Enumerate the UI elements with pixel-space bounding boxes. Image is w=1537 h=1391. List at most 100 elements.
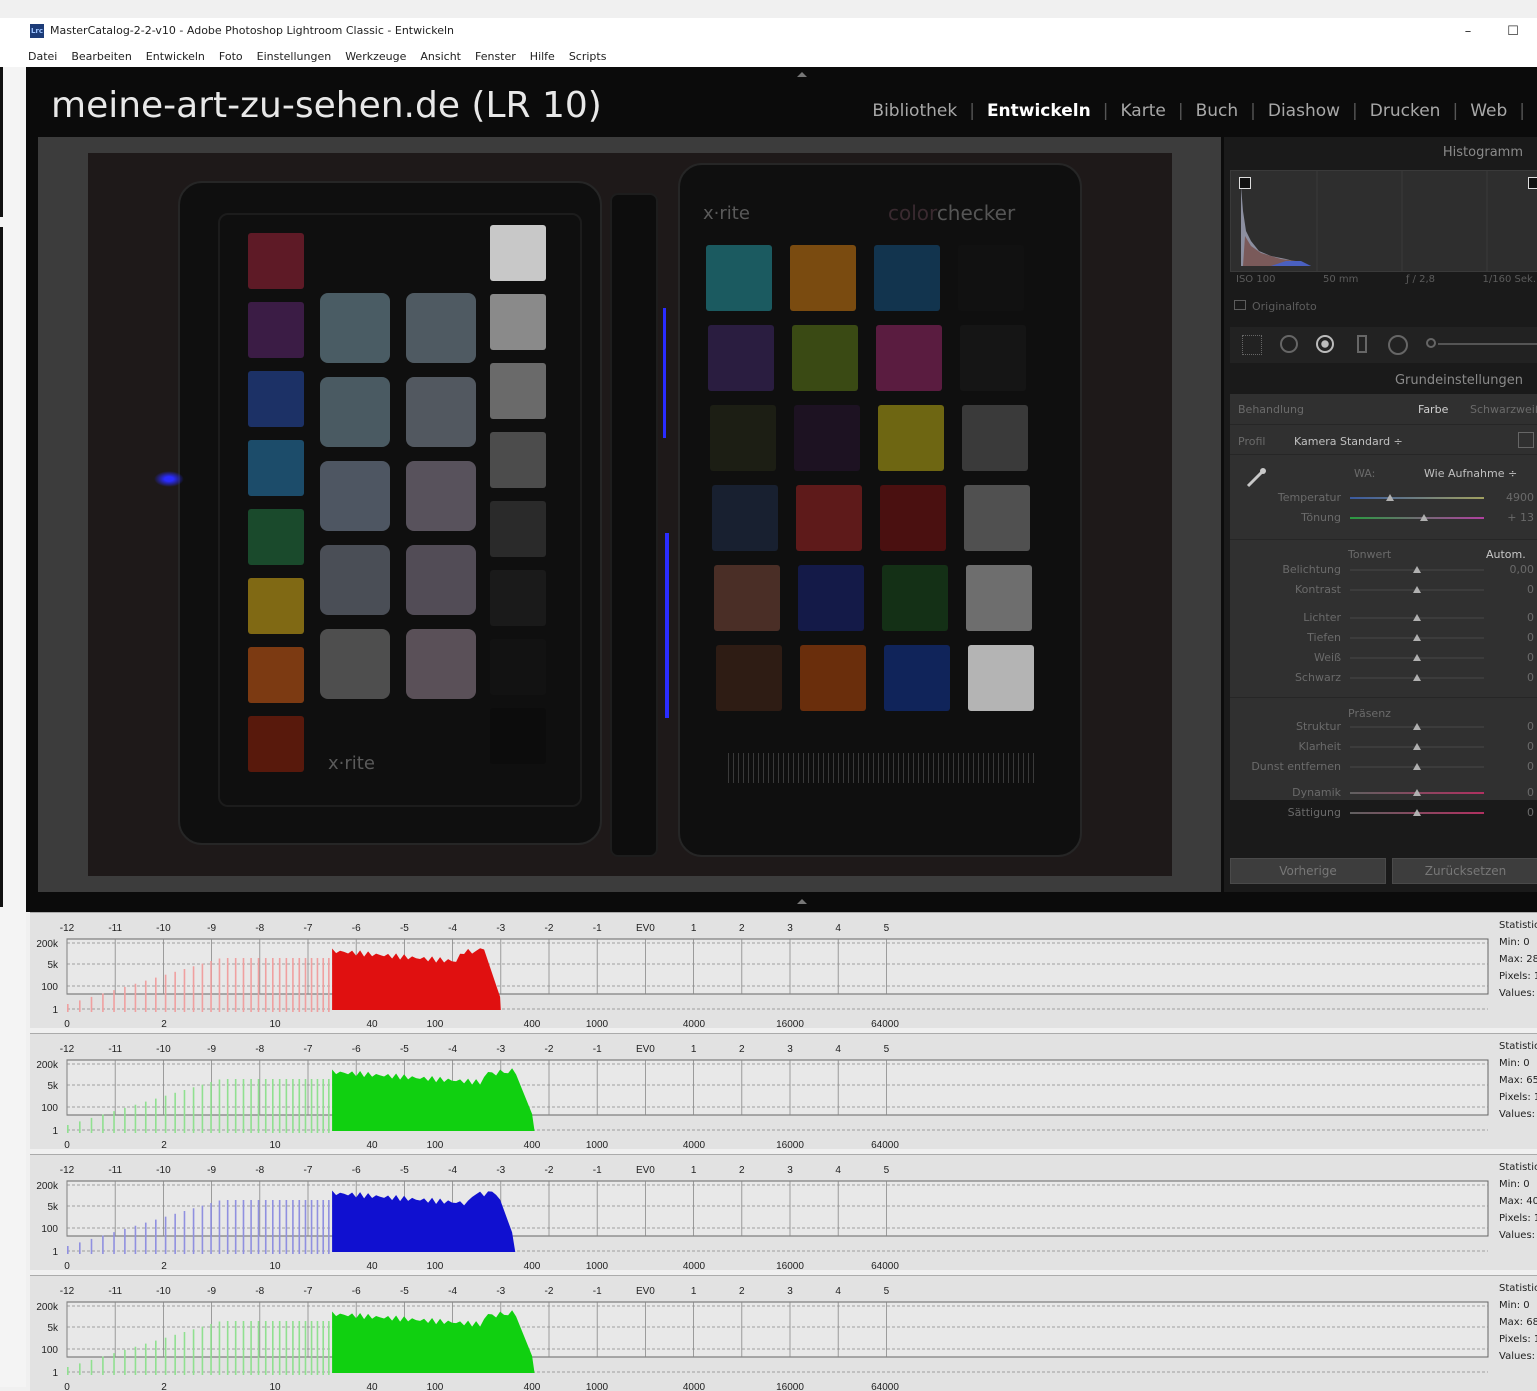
histogram-bar: [174, 1092, 176, 1133]
graduated-filter-icon[interactable]: [1357, 335, 1367, 353]
collapse-bottom-panel-icon[interactable]: [797, 899, 807, 904]
module-drucken[interactable]: Drucken: [1370, 101, 1441, 121]
histogram-panel-title[interactable]: Histogramm: [1443, 145, 1523, 160]
slider-knob[interactable]: [1419, 514, 1428, 521]
treatment-bw-option[interactable]: Schwarzweiß: [1470, 403, 1537, 416]
red-eye-icon[interactable]: [1316, 335, 1334, 353]
brush-icon[interactable]: [1426, 338, 1436, 348]
slider-value[interactable]: 0: [1498, 671, 1534, 684]
slider-row-kontrast[interactable]: Kontrast 0: [1230, 583, 1537, 597]
slider-row-klarheit[interactable]: Klarheit 0: [1230, 740, 1537, 754]
highlight-clipping-toggle[interactable]: [1528, 177, 1537, 189]
slider-value[interactable]: + 13: [1498, 511, 1534, 524]
menu-item-foto[interactable]: Foto: [219, 46, 243, 67]
profile-browser-icon[interactable]: [1518, 432, 1534, 448]
slider-value[interactable]: 0: [1498, 740, 1534, 753]
original-photo-checkbox[interactable]: Originalfoto: [1234, 300, 1317, 313]
slider-knob[interactable]: [1413, 743, 1421, 750]
previous-button[interactable]: Vorherige: [1230, 858, 1386, 884]
eyedropper-icon[interactable]: [1244, 466, 1268, 490]
menu-item-ansicht[interactable]: Ansicht: [420, 46, 461, 67]
collapse-top-panel-icon[interactable]: [797, 72, 807, 77]
slider-label: Schwarz: [1294, 671, 1341, 684]
slider-value[interactable]: 0: [1498, 806, 1534, 819]
slider-row-tönung[interactable]: Tönung + 13: [1230, 511, 1537, 525]
menu-item-scripts[interactable]: Scripts: [569, 46, 607, 67]
menu-item-einstellungen[interactable]: Einstellungen: [257, 46, 332, 67]
profile-dropdown[interactable]: Kamera Standard ÷: [1294, 435, 1403, 448]
basic-panel-title[interactable]: Grundeinstellungen: [1395, 373, 1523, 388]
slider-knob[interactable]: [1413, 789, 1421, 796]
auto-tone-button[interactable]: Autom.: [1486, 548, 1526, 561]
slider-value[interactable]: 0: [1498, 583, 1534, 596]
menu-item-entwickeln[interactable]: Entwickeln: [146, 46, 205, 67]
wb-dropdown[interactable]: Wie Aufnahme ÷: [1424, 467, 1517, 480]
slider-knob[interactable]: [1413, 634, 1421, 641]
module-diashow[interactable]: Diashow: [1268, 101, 1340, 121]
slider-row-sättigung[interactable]: Sättigung 0: [1230, 806, 1537, 820]
slider-row-temperatur[interactable]: Temperatur 4900: [1230, 491, 1537, 505]
radial-filter-icon[interactable]: [1388, 335, 1408, 355]
slider-knob[interactable]: [1413, 809, 1421, 816]
slider-knob[interactable]: [1413, 674, 1421, 681]
module-entwickeln[interactable]: Entwickeln: [987, 101, 1091, 121]
slider-row-belichtung[interactable]: Belichtung 0,00: [1230, 563, 1537, 577]
crop-tool-icon[interactable]: [1242, 335, 1262, 355]
y-tick-label: 5k: [47, 1323, 59, 1334]
slider-value[interactable]: 0: [1498, 720, 1534, 733]
slider-knob[interactable]: [1413, 723, 1421, 730]
exif-info-item: ƒ / 2,8: [1405, 274, 1436, 285]
edge-segment: [0, 227, 3, 907]
module-karte[interactable]: Karte: [1120, 101, 1165, 121]
x-tick-label: 4000: [683, 1019, 706, 1028]
reset-button[interactable]: Zurücksetzen: [1392, 858, 1537, 884]
histogram-bar: [124, 986, 126, 1012]
spot-removal-icon[interactable]: [1280, 335, 1298, 353]
x-tick-label: 2: [161, 1261, 167, 1270]
slider-value[interactable]: 0,00: [1498, 563, 1535, 576]
menu-item-fenster[interactable]: Fenster: [475, 46, 516, 67]
slider-knob[interactable]: [1386, 494, 1395, 501]
menu-item-werkzeuge[interactable]: Werkzeuge: [345, 46, 406, 67]
lr-histogram[interactable]: [1230, 170, 1537, 272]
slider-value[interactable]: 0: [1498, 760, 1534, 773]
menu-item-hilfe[interactable]: Hilfe: [530, 46, 555, 67]
slider-value[interactable]: 4900: [1498, 491, 1534, 504]
gray-patch: [490, 501, 546, 557]
maximize-button[interactable]: ☐: [1501, 22, 1525, 42]
ev-tick-label: -2: [545, 1044, 554, 1055]
module-web[interactable]: Web: [1470, 101, 1507, 121]
minimize-button[interactable]: –: [1456, 22, 1480, 42]
slider-label: Lichter: [1303, 611, 1341, 624]
slider-knob[interactable]: [1413, 566, 1421, 573]
treatment-color-option[interactable]: Farbe: [1418, 403, 1448, 416]
menu-item-datei[interactable]: Datei: [28, 46, 57, 67]
slider-track[interactable]: [1350, 517, 1484, 519]
histogram-bar: [257, 1321, 260, 1375]
menu-item-bearbeiten[interactable]: Bearbeiten: [71, 46, 131, 67]
slider-track[interactable]: [1350, 497, 1484, 499]
slider-row-struktur[interactable]: Struktur 0: [1230, 720, 1537, 734]
slider-row-schwarz[interactable]: Schwarz 0: [1230, 671, 1537, 685]
slider-value[interactable]: 0: [1498, 631, 1534, 644]
shadow-clipping-toggle[interactable]: [1239, 177, 1251, 189]
slider-row-lichter[interactable]: Lichter 0: [1230, 611, 1537, 625]
color-patch: [880, 485, 946, 551]
slider-row-tiefen[interactable]: Tiefen 0: [1230, 631, 1537, 645]
slider-value[interactable]: 0: [1498, 611, 1534, 624]
stat-line: Pixels: 1: [1499, 1334, 1537, 1345]
slider-knob[interactable]: [1413, 654, 1421, 661]
module-buch[interactable]: Buch: [1196, 101, 1239, 121]
slider-value[interactable]: 0: [1498, 651, 1534, 664]
slider-row-weiß[interactable]: Weiß 0: [1230, 651, 1537, 665]
module-bibliothek[interactable]: Bibliothek: [872, 101, 957, 121]
slider-row-dynamik[interactable]: Dynamik 0: [1230, 786, 1537, 800]
histogram-bar: [67, 1246, 69, 1254]
brush-size-track[interactable]: [1438, 343, 1537, 345]
slider-row-dunst-entfernen[interactable]: Dunst entfernen 0: [1230, 760, 1537, 774]
ev-tick-label: -11: [108, 1286, 122, 1297]
slider-knob[interactable]: [1413, 763, 1421, 770]
slider-value[interactable]: 0: [1498, 786, 1534, 799]
slider-knob[interactable]: [1413, 586, 1421, 593]
slider-knob[interactable]: [1413, 614, 1421, 621]
